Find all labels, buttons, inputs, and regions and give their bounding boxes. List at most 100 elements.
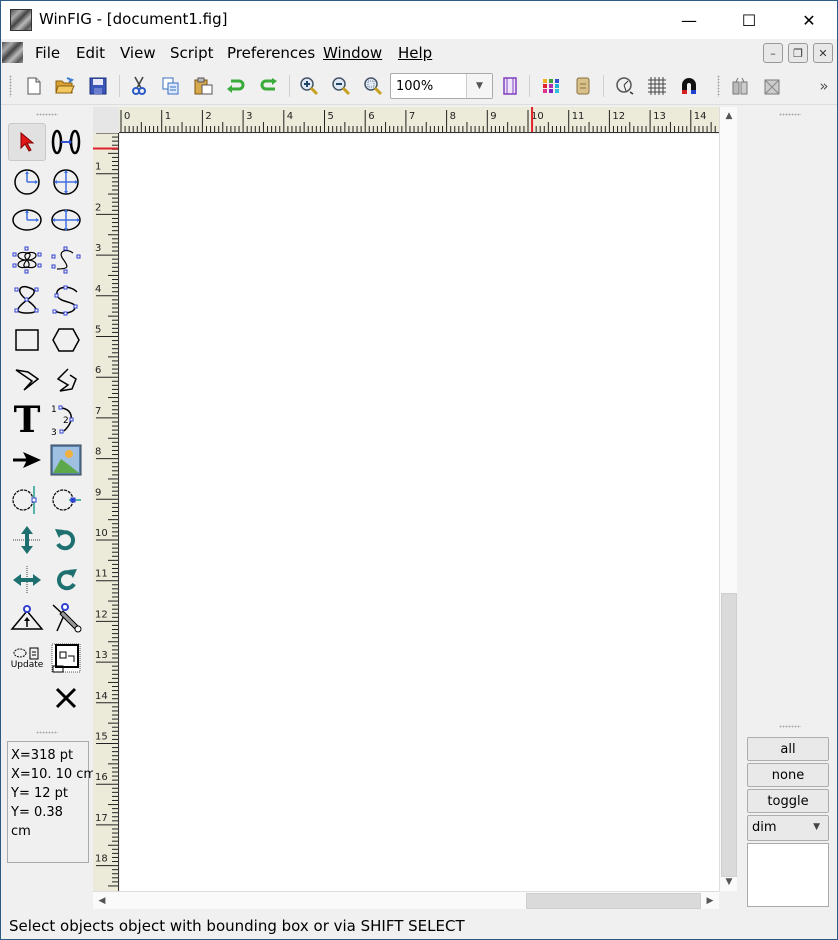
zoom-level-value: 100% — [396, 79, 434, 94]
tool-delete[interactable] — [47, 679, 85, 717]
tool-regular-polygon[interactable] — [47, 321, 85, 359]
colors-button[interactable] — [540, 75, 562, 97]
menu-window[interactable]: Window — [323, 44, 382, 62]
tool-circle-diameter[interactable] — [47, 163, 85, 201]
menu-script[interactable]: Script — [170, 44, 214, 62]
tool-circle-radius[interactable] — [8, 163, 46, 201]
new-button[interactable] — [23, 75, 45, 97]
scroll-right-arrow[interactable]: ▶ — [701, 892, 719, 910]
tool-flip-horizontal[interactable] — [8, 561, 46, 599]
paste-button[interactable] — [193, 75, 215, 97]
tool-add-point[interactable] — [8, 481, 46, 519]
zoom-fit-button[interactable] — [362, 75, 384, 97]
maximize-button[interactable]: ☐ — [719, 1, 779, 39]
ruler-label: 8 — [95, 447, 101, 458]
toolbar-grip[interactable] — [717, 75, 720, 97]
mdi-restore-icon: ❐ — [793, 46, 803, 60]
drawing-canvas[interactable] — [120, 134, 719, 891]
depth-all-button[interactable]: all — [747, 737, 829, 761]
vertical-scrollbar[interactable]: ▲ ▼ — [719, 107, 737, 891]
save-disk-icon — [89, 77, 107, 95]
tool-ellipse-diameter[interactable] — [47, 201, 85, 239]
horizontal-scroll-thumb[interactable] — [526, 893, 701, 909]
menu-file[interactable]: File — [35, 44, 60, 62]
depth-none-button[interactable]: none — [747, 763, 829, 787]
tool-open-spline-approx[interactable] — [47, 241, 85, 279]
tool-update[interactable]: Update — [8, 639, 46, 677]
rotate-view-button[interactable] — [614, 75, 636, 97]
tool-panel-grip[interactable] — [36, 113, 58, 116]
tool-compound[interactable] — [47, 639, 85, 677]
menu-preferences[interactable]: Preferences — [227, 44, 315, 62]
minimize-button[interactable]: — — [659, 1, 719, 39]
toolbar-overflow-button[interactable]: » — [816, 75, 832, 97]
zoom-out-button[interactable] — [330, 75, 352, 97]
tool-delete-point[interactable] — [47, 481, 85, 519]
vertical-scroll-thumb[interactable] — [721, 593, 737, 877]
group-button[interactable] — [729, 75, 751, 97]
tool-rotate-ccw[interactable] — [47, 521, 85, 559]
menu-help[interactable]: Help — [398, 44, 432, 62]
snap-button[interactable] — [678, 75, 700, 97]
tool-picture[interactable] — [47, 441, 85, 479]
move-point-icon — [51, 129, 81, 155]
toolbar-grip[interactable] — [9, 75, 12, 97]
scroll-left-arrow[interactable]: ◀ — [93, 892, 111, 910]
mdi-restore-button[interactable]: ❐ — [788, 43, 808, 63]
tool-move-point[interactable] — [47, 123, 85, 161]
tool-arc[interactable]: 123 — [47, 401, 85, 439]
closed-spline-interp-icon — [14, 285, 39, 314]
coords-panel-grip[interactable] — [36, 731, 58, 734]
menu-edit[interactable]: Edit — [76, 44, 105, 62]
tool-rectangle[interactable] — [8, 321, 46, 359]
menu-view[interactable]: View — [120, 44, 156, 62]
tool-arrow[interactable] — [8, 441, 46, 479]
vertical-ruler[interactable]: 1 2 3 4 5 6 7 8 9 10 11 12 13 14 15 16 17 18 — [93, 133, 119, 891]
tool-closed-spline-interp[interactable] — [8, 281, 46, 319]
tool-open-spline-interp[interactable] — [47, 281, 85, 319]
tool-polygon[interactable] — [8, 361, 46, 399]
tool-select[interactable] — [8, 123, 46, 161]
copy-icon — [162, 77, 179, 95]
open-button[interactable] — [54, 75, 76, 97]
tool-text[interactable]: T — [8, 401, 46, 439]
rotate-cw-icon — [56, 569, 77, 591]
cut-button[interactable] — [128, 75, 150, 97]
arc-label-1: 1 — [51, 405, 57, 415]
scroll-down-arrow[interactable]: ▼ — [720, 873, 738, 891]
tool-polyline[interactable] — [47, 361, 85, 399]
horizontal-ruler[interactable]: 0 1 2 3 4 5 6 7 8 9 10 11 12 13 14 — [119, 107, 719, 133]
zoom-level-combo[interactable]: 100% ▼ — [390, 73, 493, 99]
ungroup-button[interactable] — [761, 75, 783, 97]
mdi-close-button[interactable]: ✕ — [813, 43, 833, 63]
page-button[interactable] — [499, 75, 521, 97]
chevron-down-icon: ▼ — [813, 822, 820, 832]
tool-edit-object[interactable] — [47, 599, 85, 637]
tool-align[interactable] — [8, 599, 46, 637]
horizontal-scrollbar[interactable]: ◀ ▶ — [93, 891, 719, 909]
tool-closed-spline-approx[interactable] — [8, 241, 46, 279]
document-system-menu-icon[interactable] — [2, 42, 23, 63]
depth-list[interactable] — [747, 843, 829, 907]
grid-button[interactable] — [646, 75, 668, 97]
depth-panel-grip[interactable] — [779, 113, 801, 116]
depth-toggle-button[interactable]: toggle — [747, 789, 829, 813]
tool-rotate-cw[interactable] — [47, 561, 85, 599]
close-button[interactable]: ✕ — [779, 1, 838, 39]
ruler-label: 10 — [95, 528, 108, 539]
mdi-minimize-button[interactable]: – — [763, 43, 783, 63]
zoom-in-button[interactable] — [298, 75, 320, 97]
scroll-up-arrow[interactable]: ▲ — [720, 107, 738, 125]
zoom-dropdown-arrow[interactable]: ▼ — [466, 74, 492, 98]
depth-mode-value: dim — [752, 820, 777, 835]
copy-button[interactable] — [160, 75, 182, 97]
y-cm-readout: Y= 0.38 cm — [11, 805, 63, 839]
library-button[interactable] — [572, 75, 594, 97]
tool-ellipse-radius[interactable] — [8, 201, 46, 239]
save-button[interactable] — [87, 75, 109, 97]
undo-button[interactable] — [225, 75, 247, 97]
depth-buttons-grip[interactable] — [779, 725, 801, 728]
tool-flip-vertical[interactable] — [8, 521, 46, 559]
depth-mode-select[interactable]: dim ▼ — [747, 815, 829, 841]
redo-button[interactable] — [257, 75, 279, 97]
